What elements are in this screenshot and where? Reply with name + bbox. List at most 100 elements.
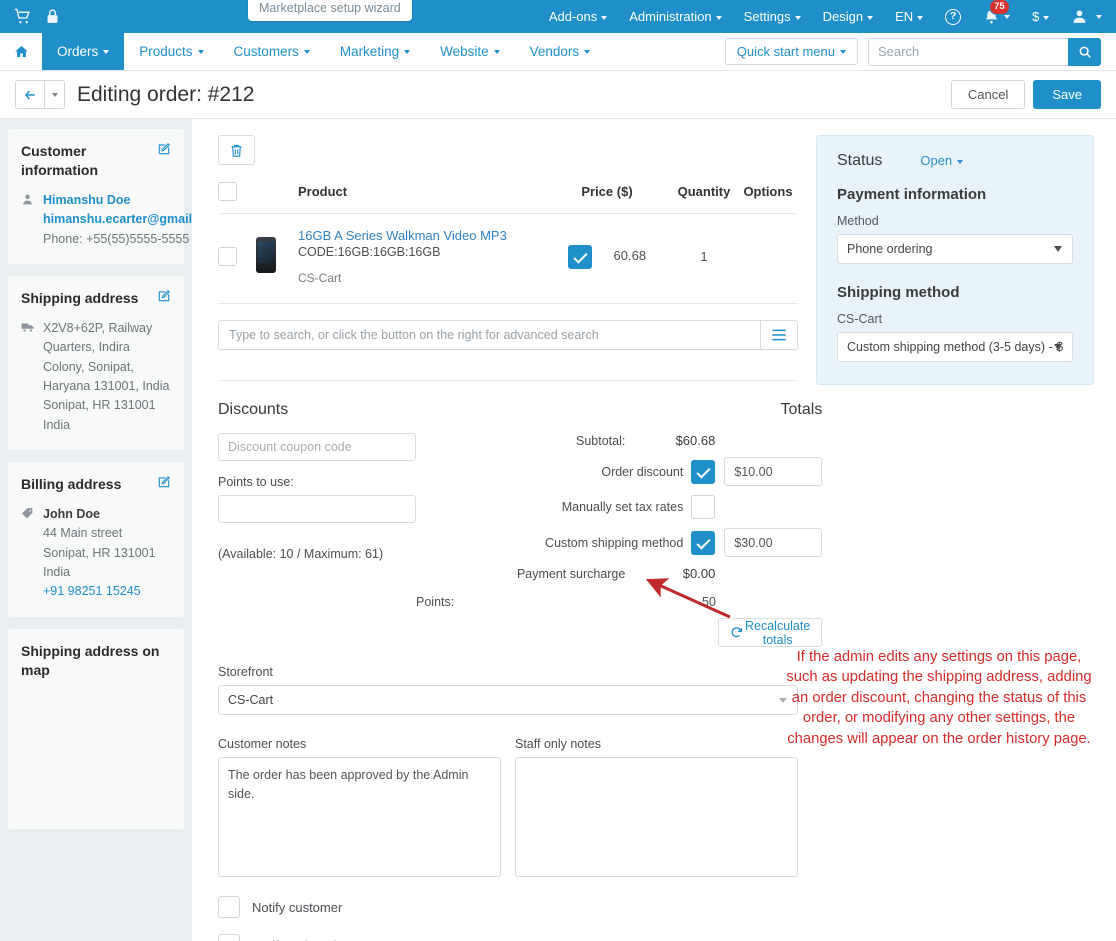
chevron-down-icon [197, 49, 204, 54]
shipping-vendor-label: CS-Cart [837, 312, 883, 326]
cancel-button[interactable]: Cancel [950, 80, 1026, 109]
price-checkbox[interactable] [567, 244, 592, 269]
chevron-down-icon [1004, 14, 1011, 19]
save-button[interactable]: Save [1033, 80, 1101, 109]
menu-language[interactable]: EN [895, 9, 924, 24]
chevron-down-icon [957, 159, 964, 164]
custom-shipping-input[interactable] [724, 528, 823, 557]
select-all-checkbox[interactable] [218, 182, 237, 201]
chevron-down-icon [917, 15, 924, 20]
customer-email-link[interactable]: himanshu.ecarter@gmail.com [43, 210, 192, 229]
person-icon [21, 191, 35, 249]
column-product: Product [298, 182, 544, 214]
chevron-down-icon [601, 15, 608, 20]
billing-address-line-2: Sonipat, HR 131001 [43, 545, 156, 560]
order-discount-input[interactable] [724, 457, 823, 486]
tag-icon [21, 505, 35, 602]
chevron-down-icon [715, 15, 722, 20]
back-dropdown-button[interactable] [45, 80, 65, 109]
chevron-down-icon [584, 49, 591, 54]
notify-orders-department-checkbox[interactable] [218, 934, 240, 941]
page-header: Editing order: #212 Cancel Save [0, 71, 1116, 119]
menu-design[interactable]: Design [823, 9, 874, 24]
points-to-use-label: Points to use: [218, 475, 294, 489]
menu-add-ons[interactable]: Add-ons [549, 9, 608, 24]
menu-administration[interactable]: Administration [629, 9, 722, 24]
search-input[interactable] [868, 37, 1068, 66]
edit-icon[interactable] [157, 475, 171, 494]
staff-notes-textarea[interactable] [515, 757, 798, 877]
nav-item-customers[interactable]: Customers [219, 33, 325, 70]
main-content: Product Price ($) Quantity Options 16GB … [192, 119, 1116, 941]
products-table-header: Product Price ($) Quantity Options [218, 182, 798, 214]
search-icon[interactable] [1068, 37, 1101, 66]
notify-orders-department-label: Notify orders department [252, 938, 395, 941]
quick-start-menu-button[interactable]: Quick start menu [724, 38, 858, 65]
manual-tax-label: Manually set tax rates [561, 500, 684, 514]
main-navigation: Orders Products Customers Marketing Webs… [0, 33, 1116, 71]
product-search-input[interactable] [218, 320, 760, 350]
cart-icon[interactable] [14, 8, 31, 25]
storefront-select[interactable]: CS-Cart [218, 685, 798, 715]
recalculate-totals-button[interactable]: Recalculate totals [718, 618, 823, 647]
discount-coupon-input[interactable] [218, 433, 416, 461]
help-icon[interactable]: ? [945, 8, 962, 25]
back-arrow-icon[interactable] [15, 80, 45, 109]
trash-icon[interactable] [218, 135, 255, 165]
nav-item-products[interactable]: Products [124, 33, 218, 70]
chevron-down-icon [1043, 15, 1050, 20]
column-options: Options [738, 182, 798, 214]
nav-item-website[interactable]: Website [425, 33, 515, 70]
edit-icon[interactable] [157, 142, 171, 161]
currency-selector[interactable]: $ [1032, 9, 1050, 24]
shipping-method-select[interactable]: Custom shipping method (3-5 days) - $0 [837, 332, 1073, 362]
nav-item-marketing[interactable]: Marketing [325, 33, 425, 70]
chevron-down-icon [1096, 14, 1102, 19]
notifications-button[interactable]: 75 [983, 0, 1011, 25]
shipping-address-card: Shipping address X2V8+62P, Railway Quart… [8, 275, 184, 451]
staff-notes-label: Staff only notes [515, 737, 601, 751]
nav-item-vendors[interactable]: Vendors [515, 33, 606, 70]
product-name-link[interactable]: 16GB A Series Walkman Video MP3 [298, 228, 544, 243]
product-storefront: CS-Cart [298, 271, 342, 285]
payment-method-label: Method [837, 214, 879, 228]
status-label: Status [837, 152, 883, 169]
custom-shipping-checkbox[interactable] [691, 530, 716, 555]
truck-icon [21, 319, 35, 435]
marketplace-setup-wizard-button[interactable]: Marketplace setup wizard [248, 0, 412, 21]
menu-icon[interactable] [760, 320, 798, 350]
payment-surcharge-label: Payment surcharge [516, 566, 626, 581]
customer-notes-textarea[interactable] [218, 757, 501, 877]
customer-information-title: Customer information [21, 143, 98, 178]
notify-customer-checkbox[interactable] [218, 896, 240, 918]
product-code: CODE:16GB:16GB:16GB [298, 245, 441, 259]
user-menu[interactable] [1071, 8, 1102, 25]
status-value-dropdown[interactable]: Open [920, 153, 964, 168]
top-bar: Marketplace setup wizard Add-ons Adminis… [0, 0, 1116, 33]
shipping-address-line-2: Sonipat, HR 131001 [43, 398, 156, 413]
billing-phone-link[interactable]: +91 98251 15245 [43, 584, 141, 598]
order-discount-checkbox[interactable] [691, 459, 716, 484]
menu-settings[interactable]: Settings [744, 9, 801, 24]
divider [218, 380, 798, 381]
home-icon[interactable] [0, 33, 42, 70]
nav-item-orders[interactable]: Orders [42, 33, 125, 70]
lock-icon[interactable] [44, 8, 61, 25]
manual-tax-checkbox[interactable] [691, 495, 716, 519]
customer-notes-label: Customer notes [218, 737, 307, 751]
billing-address-card: Billing address John Doe 44 Main street … [8, 462, 184, 617]
row-select-checkbox[interactable] [218, 247, 237, 266]
payment-method-select[interactable]: Phone ordering [837, 234, 1073, 264]
product-thumbnail [256, 237, 276, 273]
points-available-note: (Available: 10 / Maximum: 61) [218, 547, 384, 561]
billing-address-title: Billing address [21, 476, 122, 493]
chevron-down-icon [867, 15, 874, 20]
points-to-use-input[interactable] [218, 495, 416, 523]
customer-name-link[interactable]: Himanshu Doe [43, 191, 192, 210]
shipping-address-title: Shipping address [21, 289, 139, 306]
edit-icon[interactable] [157, 289, 171, 308]
billing-address-line-1: 44 Main street [43, 526, 123, 541]
chevron-down-icon [840, 49, 846, 54]
chevron-down-icon [794, 15, 801, 20]
notify-customer-label: Notify customer [252, 899, 343, 915]
